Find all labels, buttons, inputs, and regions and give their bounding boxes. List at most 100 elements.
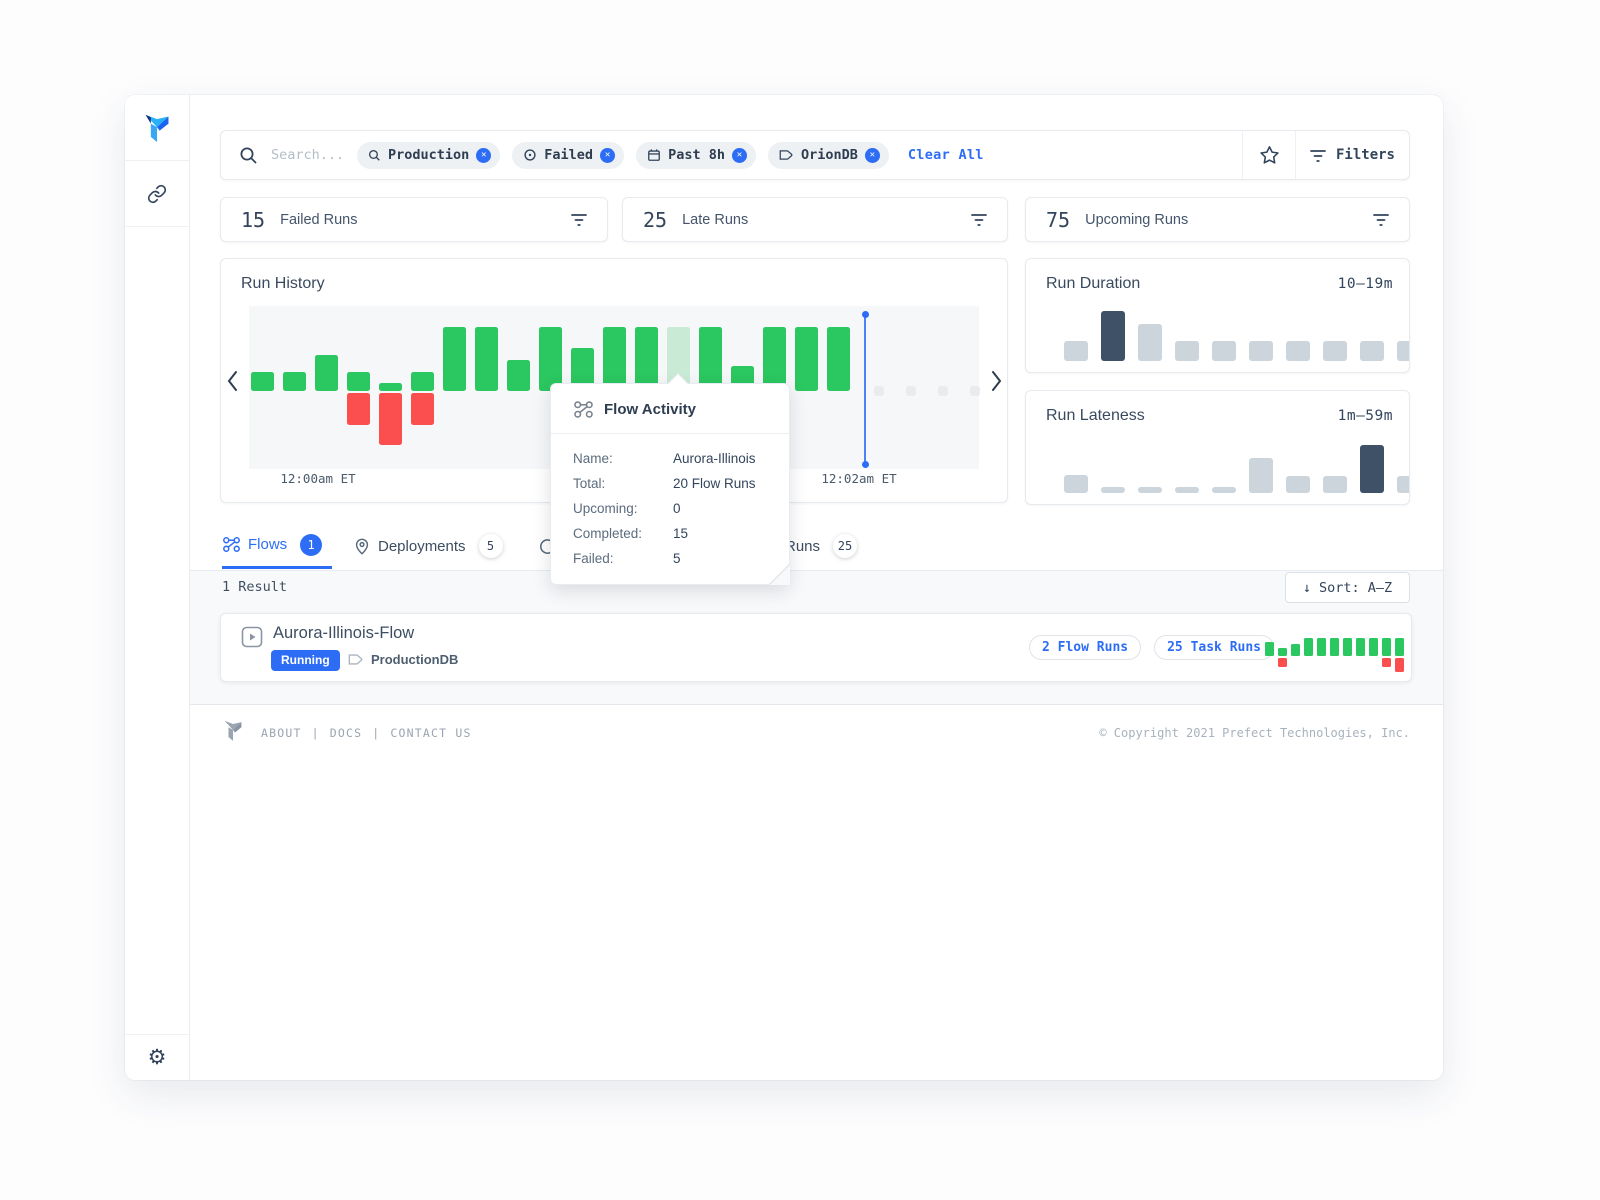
filters-label: Filters bbox=[1336, 147, 1395, 163]
run-history-failed-bar[interactable] bbox=[347, 393, 370, 425]
duration-bar bbox=[1360, 341, 1384, 361]
sparkline-completed-bar bbox=[1369, 638, 1378, 656]
marker-dot-bottom bbox=[862, 461, 869, 468]
sidebar: ⚙ bbox=[125, 95, 190, 1080]
remove-chip-icon[interactable]: ✕ bbox=[600, 148, 615, 163]
future-slot bbox=[874, 386, 884, 396]
failed-runs-card[interactable]: 15 Failed Runs bbox=[220, 197, 608, 242]
run-history-bar[interactable] bbox=[475, 327, 498, 391]
run-history-bar[interactable] bbox=[603, 327, 626, 391]
tooltip-row-value: 20 Flow Runs bbox=[673, 476, 756, 491]
remove-chip-icon[interactable]: ✕ bbox=[865, 148, 880, 163]
flow-activity-tooltip: Flow Activity Name:Aurora-Illinois Total… bbox=[550, 383, 790, 585]
filter-icon bbox=[1310, 149, 1326, 162]
run-history-failed-bar[interactable] bbox=[411, 393, 434, 425]
task-runs-chip[interactable]: 25 Task Runs bbox=[1154, 635, 1274, 660]
sparkline-completed-bar bbox=[1304, 638, 1313, 656]
upcoming-runs-label: Upcoming Runs bbox=[1085, 212, 1188, 228]
tooltip-row-value: 5 bbox=[673, 551, 681, 566]
footer-link-about[interactable]: ABOUT bbox=[261, 726, 302, 740]
run-history-bar[interactable] bbox=[699, 327, 722, 391]
chip-label: Past 8h bbox=[668, 147, 725, 163]
chip-past-8h[interactable]: Past 8h ✕ bbox=[636, 142, 756, 169]
run-history-bar[interactable] bbox=[379, 383, 402, 391]
filters-button[interactable]: Filters bbox=[1295, 131, 1409, 179]
chip-failed[interactable]: Failed ✕ bbox=[512, 142, 624, 169]
star-icon bbox=[1259, 145, 1280, 166]
run-history-bar[interactable] bbox=[251, 372, 274, 391]
clear-all-button[interactable]: Clear All bbox=[908, 147, 984, 163]
tooltip-row-value: 0 bbox=[673, 501, 681, 516]
search-input[interactable]: Search... bbox=[271, 147, 343, 163]
sparkline-completed-bar bbox=[1330, 638, 1339, 656]
flow-name: Aurora-Illinois-Flow bbox=[273, 624, 414, 643]
late-runs-card[interactable]: 25 Late Runs bbox=[622, 197, 1008, 242]
task-run-sparkline bbox=[1265, 630, 1406, 678]
future-slot bbox=[938, 386, 948, 396]
sidebar-item-links[interactable] bbox=[125, 161, 189, 227]
duration-bar bbox=[1323, 341, 1347, 361]
filter-icon[interactable] bbox=[971, 213, 987, 226]
run-history-title: Run History bbox=[241, 275, 325, 293]
chevron-left-icon[interactable] bbox=[225, 366, 239, 396]
chip-label: Production bbox=[388, 147, 469, 163]
sidebar-logo[interactable] bbox=[125, 95, 189, 161]
run-history-bar[interactable] bbox=[507, 360, 530, 391]
filter-icon[interactable] bbox=[1373, 213, 1389, 226]
run-history-bar[interactable] bbox=[827, 327, 850, 391]
tab-label: Flows bbox=[248, 536, 287, 553]
footer-link-contact[interactable]: CONTACT US bbox=[390, 726, 471, 740]
sort-button[interactable]: ↓ Sort: A–Z bbox=[1285, 572, 1410, 603]
sparkline-failed-bar bbox=[1395, 658, 1404, 672]
tab-bar: Flows 1 Deployments 5 Flow Runs 2 bbox=[222, 523, 1412, 569]
lateness-bar bbox=[1323, 476, 1347, 493]
run-lateness-histogram bbox=[1064, 435, 1409, 493]
remove-chip-icon[interactable]: ✕ bbox=[732, 148, 747, 163]
lateness-bar bbox=[1286, 476, 1310, 493]
gear-icon: ⚙ bbox=[148, 1047, 167, 1068]
run-history-bar[interactable] bbox=[795, 327, 818, 391]
link-icon bbox=[147, 184, 167, 204]
remove-chip-icon[interactable]: ✕ bbox=[476, 148, 491, 163]
tab-flows[interactable]: Flows 1 bbox=[222, 523, 332, 569]
footer-separator: | bbox=[312, 726, 320, 740]
run-history-bar[interactable] bbox=[283, 372, 306, 391]
sparkline-failed-bar bbox=[1382, 658, 1391, 667]
tab-deployments[interactable]: Deployments 5 bbox=[353, 523, 503, 569]
failed-runs-count: 15 bbox=[241, 208, 265, 232]
lateness-bar bbox=[1212, 487, 1236, 493]
status-badge: Running bbox=[271, 650, 340, 671]
sparkline-completed-bar bbox=[1382, 638, 1391, 656]
flow-result-row[interactable]: Aurora-Illinois-Flow Running ProductionD… bbox=[220, 613, 1412, 682]
run-history-bar[interactable] bbox=[443, 327, 466, 391]
chip-label: OrionDB bbox=[801, 147, 858, 163]
run-history-bar[interactable] bbox=[315, 355, 338, 391]
run-history-bar[interactable] bbox=[347, 372, 370, 391]
run-lateness-card: Run Lateness 1m–59m bbox=[1025, 390, 1410, 505]
tooltip-row-label: Failed: bbox=[573, 551, 673, 566]
run-history-bar[interactable] bbox=[539, 327, 562, 391]
run-history-bar[interactable] bbox=[635, 327, 658, 391]
chevron-right-icon[interactable] bbox=[989, 366, 1003, 396]
search-bar: Search... Production ✕ Failed ✕ Past 8h … bbox=[220, 130, 1410, 180]
favorite-filter-button[interactable] bbox=[1242, 131, 1295, 179]
run-history-bar[interactable] bbox=[411, 372, 434, 391]
run-history-bar[interactable] bbox=[763, 327, 786, 391]
app-window: ⚙ Search... Production ✕ Failed ✕ Past 8… bbox=[125, 95, 1443, 1080]
sparkline-completed-bar bbox=[1265, 642, 1274, 656]
flow-icon bbox=[222, 535, 241, 554]
flow-runs-chip[interactable]: 2 Flow Runs bbox=[1029, 635, 1141, 660]
start-time-label: 12:00am ET bbox=[248, 471, 388, 486]
prefect-footer-logo bbox=[222, 718, 244, 743]
sparkline-completed-bar bbox=[1278, 648, 1287, 656]
failed-runs-label: Failed Runs bbox=[280, 212, 357, 228]
footer-link-docs[interactable]: DOCS bbox=[330, 726, 363, 740]
sidebar-item-settings[interactable]: ⚙ bbox=[125, 1034, 189, 1080]
chip-production[interactable]: Production ✕ bbox=[357, 142, 500, 169]
run-history-failed-bar[interactable] bbox=[379, 393, 402, 445]
upcoming-runs-card[interactable]: 75 Upcoming Runs bbox=[1025, 197, 1410, 242]
chip-oriondb[interactable]: OrionDB ✕ bbox=[768, 142, 889, 169]
sparkline-completed-bar bbox=[1291, 644, 1300, 656]
filter-icon[interactable] bbox=[571, 213, 587, 226]
sparkline-completed-bar bbox=[1395, 638, 1404, 656]
